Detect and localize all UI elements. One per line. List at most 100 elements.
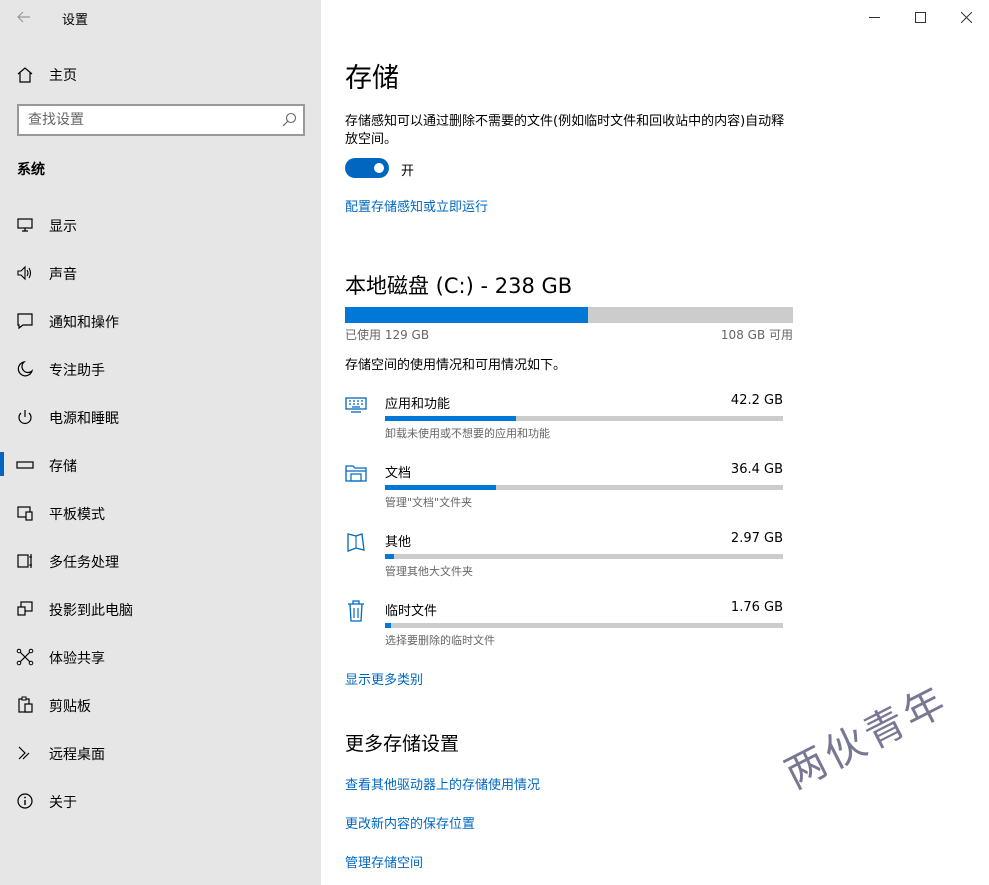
minimize-button[interactable] (851, 0, 897, 34)
multitask-icon (17, 554, 32, 568)
sidebar-item-label: 主页 (49, 68, 77, 84)
free-space-label: 108 GB 可用 (720, 328, 793, 342)
sidebar-item-label: 平板模式 (49, 507, 105, 523)
home-icon (17, 67, 33, 83)
more-storage-settings-title: 更多存储设置 (345, 733, 460, 755)
category-bar (385, 416, 783, 421)
sidebar-item-multitasking[interactable]: 多任务处理 (0, 544, 321, 592)
category-name: 其他 (385, 535, 412, 550)
toggle-state-label: 开 (401, 164, 415, 179)
disk-usage-fill (345, 307, 589, 323)
sidebar-item-label: 关于 (49, 795, 77, 811)
category-bar (385, 623, 783, 628)
share-icon (16, 648, 34, 666)
other-files-icon (347, 533, 365, 552)
used-space-label: 已使用 129 GB (345, 328, 430, 342)
view-other-drives-link[interactable]: 查看其他驱动器上的存储使用情况 (345, 774, 540, 793)
sidebar-item-clipboard[interactable]: 剪贴板 (0, 688, 321, 736)
sidebar-item-label: 专注助手 (49, 363, 105, 379)
tablet-icon (17, 506, 33, 521)
watermark: 两伙青年 (778, 677, 956, 799)
sidebar-item-storage[interactable]: 存储 (0, 448, 321, 496)
sidebar-item-label: 多任务处理 (49, 555, 119, 571)
trash-icon (348, 600, 364, 622)
sidebar-item-label: 体验共享 (49, 651, 105, 667)
remote-icon (18, 746, 30, 760)
category-name: 文档 (385, 466, 412, 481)
sidebar-item-sound[interactable]: 声音 (0, 256, 321, 304)
maximize-icon (914, 11, 926, 23)
search-icon (282, 112, 297, 127)
category-description: 管理"文档"文件夹 (385, 496, 473, 509)
category-bar-fill (385, 485, 497, 490)
close-icon (960, 11, 972, 23)
category-other[interactable]: 其他 2.97 GB 管理其他大文件夹 (345, 531, 785, 591)
storage-icon (16, 461, 34, 469)
category-name: 应用和功能 (385, 397, 451, 412)
sidebar-item-label: 投影到此电脑 (49, 603, 133, 619)
keyboard-icon (345, 397, 367, 413)
category-bar (385, 485, 783, 490)
category-name: 临时文件 (385, 604, 438, 619)
category-temporary-files[interactable]: 临时文件 1.76 GB 选择要删除的临时文件 (345, 600, 785, 660)
search-box[interactable] (17, 104, 305, 136)
sidebar-item-label: 通知和操作 (49, 315, 119, 331)
category-description: 卸载未使用或不想要的应用和功能 (385, 427, 550, 440)
sidebar-item-home[interactable]: 主页 (0, 58, 321, 90)
category-bar-fill (385, 623, 391, 628)
configure-storage-sense-link[interactable]: 配置存储感知或立即运行 (345, 196, 488, 215)
sidebar-item-shared-experiences[interactable]: 体验共享 (0, 640, 321, 688)
sidebar-item-label: 远程桌面 (49, 747, 105, 763)
category-bar-fill (385, 416, 517, 421)
monitor-icon (17, 218, 33, 232)
category-bar-fill (385, 554, 395, 559)
toggle-knob (374, 163, 384, 173)
category-size: 1.76 GB (730, 600, 783, 615)
speaker-icon (17, 265, 32, 281)
category-size: 2.97 GB (730, 531, 783, 546)
disk-title: 本地磁盘 (C:) - 238 GB (345, 274, 573, 298)
message-icon (17, 313, 33, 330)
change-save-location-link[interactable]: 更改新内容的保存位置 (345, 813, 475, 832)
sidebar-nav: 显示 声音 通知和操作 专注助手 电源和睡眠 存储 平板模式 多任务处理 投影到… (0, 208, 321, 832)
sidebar-item-project[interactable]: 投影到此电脑 (0, 592, 321, 640)
disk-usage-bar (345, 307, 793, 323)
page-title: 存储 (345, 63, 399, 94)
sidebar-group-title: 系统 (17, 162, 45, 178)
category-apps[interactable]: 应用和功能 42.2 GB 卸载未使用或不想要的应用和功能 (345, 393, 785, 453)
sidebar-item-label: 剪贴板 (49, 699, 91, 715)
sidebar-item-notifications[interactable]: 通知和操作 (0, 304, 321, 352)
sidebar-item-label: 存储 (49, 459, 77, 475)
power-icon (18, 410, 32, 424)
category-size: 36.4 GB (730, 462, 783, 477)
app-title: 设置 (62, 13, 89, 28)
category-description: 选择要删除的临时文件 (385, 634, 495, 647)
sidebar-item-focus-assist[interactable]: 专注助手 (0, 352, 321, 400)
sidebar-item-remote-desktop[interactable]: 远程桌面 (0, 736, 321, 784)
moon-icon (17, 360, 34, 377)
show-more-categories-link[interactable]: 显示更多类别 (345, 669, 423, 688)
maximize-button[interactable] (897, 0, 943, 34)
sidebar-item-display[interactable]: 显示 (0, 208, 321, 256)
category-documents[interactable]: 文档 36.4 GB 管理"文档"文件夹 (345, 462, 785, 522)
back-button[interactable] (10, 4, 38, 30)
storage-sense-toggle[interactable] (345, 158, 389, 178)
sidebar-item-label: 显示 (49, 219, 77, 235)
info-icon (17, 793, 33, 809)
sidebar-titlebar: 设置 (0, 0, 321, 34)
search-input[interactable] (28, 111, 278, 129)
manage-storage-spaces-link[interactable]: 管理存储空间 (345, 852, 423, 871)
storage-sense-description: 存储感知可以通过删除不需要的文件(例如临时文件和回收站中的内容)自动释放空间。 (345, 114, 785, 147)
sidebar-item-label: 声音 (49, 267, 77, 283)
sidebar-item-about[interactable]: 关于 (0, 784, 321, 832)
project-icon (17, 601, 33, 616)
clipboard-icon (18, 696, 33, 713)
sidebar-item-power[interactable]: 电源和睡眠 (0, 400, 321, 448)
sidebar-item-tablet-mode[interactable]: 平板模式 (0, 496, 321, 544)
usage-description: 存储空间的使用情况和可用情况如下。 (345, 358, 567, 373)
category-bar (385, 554, 783, 559)
close-button[interactable] (943, 0, 989, 34)
folder-icon (345, 465, 367, 482)
category-description: 管理其他大文件夹 (385, 565, 473, 578)
sidebar-item-label: 电源和睡眠 (49, 411, 119, 427)
